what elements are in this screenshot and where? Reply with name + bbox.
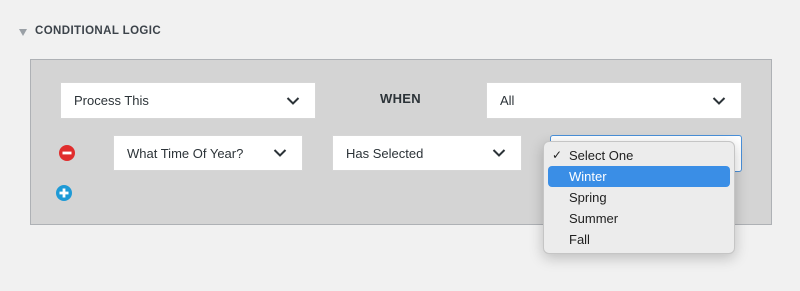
match-select-value: All [500,93,515,108]
when-label: WHEN [380,91,421,106]
chevron-down-icon [273,149,287,157]
dropdown-option-label: Select One [569,148,634,163]
add-condition-button[interactable] [56,185,72,201]
chevron-down-icon [286,96,300,105]
section-header[interactable]: CONDITIONAL LOGIC [19,25,161,37]
action-select[interactable]: Process This [60,82,316,119]
action-select-value: Process This [74,93,149,108]
dropdown-option-summer[interactable]: Summer [548,208,730,229]
dropdown-option-label: Winter [569,169,607,184]
operator-select-value: Has Selected [346,145,424,161]
chevron-down-icon [712,96,726,105]
value-dropdown-menu: ✓ Select One Winter Spring Summer Fall [543,141,735,254]
remove-condition-button[interactable] [59,145,75,161]
plus-circle-icon [56,185,72,201]
dropdown-option-fall[interactable]: Fall [548,229,730,250]
minus-circle-icon [59,145,75,161]
field-select[interactable]: What Time Of Year? [113,135,303,171]
dropdown-option-winter[interactable]: Winter [548,166,730,187]
dropdown-option-select-one[interactable]: ✓ Select One [548,145,730,166]
match-select[interactable]: All [486,82,742,119]
dropdown-option-spring[interactable]: Spring [548,187,730,208]
section-title: CONDITIONAL LOGIC [35,25,162,37]
operator-select[interactable]: Has Selected [332,135,522,171]
dropdown-option-label: Spring [569,190,607,205]
checkmark-icon: ✓ [552,148,563,162]
collapse-triangle-icon[interactable] [19,29,27,36]
dropdown-option-label: Summer [569,211,619,226]
chevron-down-icon [492,149,506,157]
dropdown-option-label: Fall [569,232,590,247]
field-select-value: What Time Of Year? [127,145,244,161]
